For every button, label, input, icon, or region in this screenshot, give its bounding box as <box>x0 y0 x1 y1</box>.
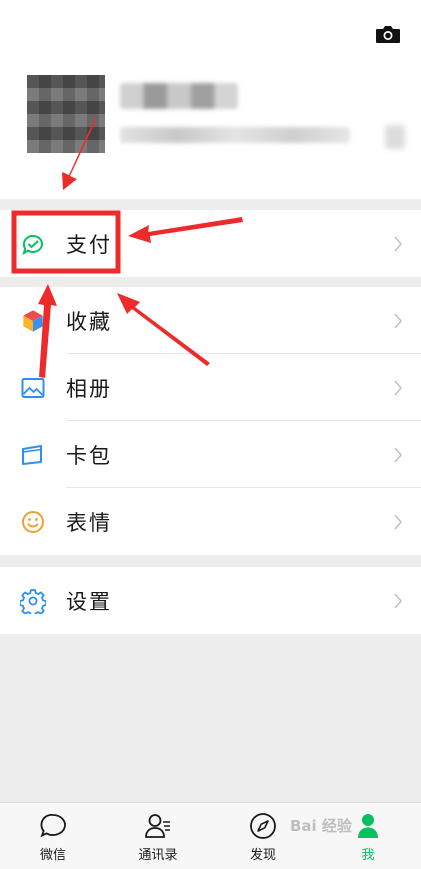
compass-icon <box>250 813 276 839</box>
gear-icon <box>20 588 46 614</box>
menu-item-pay[interactable]: 支付 <box>0 210 421 277</box>
tab-me-label: 我 <box>361 848 375 863</box>
watermark: Bai 经验 <box>290 817 352 835</box>
album-icon <box>21 377 45 398</box>
profile-name-blurred <box>120 83 238 109</box>
menu-item-cards[interactable]: 卡包 <box>0 421 421 488</box>
chat-bubble-icon <box>40 814 66 838</box>
camera-icon[interactable] <box>375 24 401 44</box>
chevron-right-icon <box>394 312 403 329</box>
menu-item-pay-label: 支付 <box>66 232 112 257</box>
menu-group-pay: 支付 <box>0 210 421 277</box>
contacts-icon <box>145 814 170 838</box>
menu-item-settings-label: 设置 <box>66 589 112 614</box>
smiley-icon <box>22 510 44 533</box>
profile-id-blurred <box>120 127 350 143</box>
menu-item-favorites[interactable]: 收藏 <box>0 287 421 354</box>
menu-item-favorites-label: 收藏 <box>66 309 112 334</box>
tab-chats-label: 微信 <box>39 848 66 863</box>
menu-item-settings[interactable]: 设置 <box>0 567 421 634</box>
tab-chats[interactable]: 微信 <box>13 803 93 869</box>
pay-icon <box>22 234 43 255</box>
person-icon <box>358 814 378 838</box>
menu-item-cards-label: 卡包 <box>66 443 112 468</box>
menu-group-settings: 设置 <box>0 567 421 634</box>
avatar[interactable] <box>27 75 105 153</box>
menu-item-album-label: 相册 <box>66 376 112 401</box>
tab-discover-label: 发现 <box>249 848 276 863</box>
profile-qr-icon[interactable] <box>385 125 405 149</box>
chevron-right-icon <box>394 513 403 530</box>
menu-item-stickers[interactable]: 表情 <box>0 488 421 555</box>
favorites-icon <box>22 309 44 332</box>
chevron-right-icon <box>394 592 403 609</box>
chevron-right-icon <box>394 446 403 463</box>
menu-item-album[interactable]: 相册 <box>0 354 421 421</box>
tab-contacts[interactable]: 通讯录 <box>118 803 198 869</box>
tab-contacts-label: 通讯录 <box>138 848 178 863</box>
chevron-right-icon <box>394 379 403 396</box>
card-wallet-icon <box>22 444 42 465</box>
bottom-tab-bar: 微信 通讯录 发现 我 Bai 经验 <box>0 802 421 869</box>
tab-discover[interactable]: 发现 <box>223 803 303 869</box>
menu-item-stickers-label: 表情 <box>66 510 112 535</box>
menu-group-main: 收藏 相册 卡包 表情 <box>0 287 421 555</box>
chevron-right-icon <box>394 235 403 252</box>
tab-me[interactable]: 我 <box>328 803 408 869</box>
profile-header[interactable] <box>0 0 421 199</box>
